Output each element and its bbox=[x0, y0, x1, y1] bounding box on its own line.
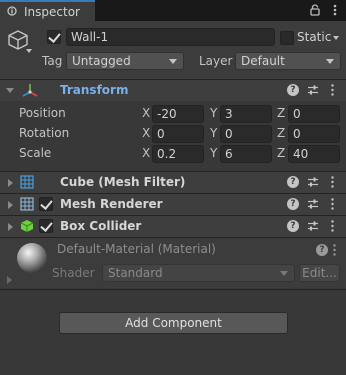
box-collider-title: Box Collider bbox=[60, 219, 142, 233]
help-icon[interactable]: ? bbox=[287, 84, 299, 96]
scale-label: Scale bbox=[19, 146, 52, 160]
mesh-filter-icon bbox=[20, 175, 34, 189]
fold-arrow-icon[interactable] bbox=[8, 223, 13, 231]
help-icon[interactable]: ? bbox=[287, 198, 299, 210]
active-checkbox[interactable] bbox=[47, 30, 61, 44]
position-y-field[interactable]: 3 bbox=[220, 105, 272, 123]
component-header-box-collider[interactable]: Box Collider ? bbox=[0, 216, 346, 237]
layer-dropdown[interactable]: Default bbox=[235, 52, 341, 70]
component-header-mesh-renderer[interactable]: Mesh Renderer ? bbox=[0, 194, 346, 215]
presets-icon[interactable] bbox=[307, 220, 319, 232]
tab-inspector[interactable]: Inspector bbox=[0, 0, 95, 21]
tag-value: Untagged bbox=[72, 54, 131, 68]
tag-label: Tag bbox=[42, 54, 63, 68]
fold-arrow-icon[interactable] bbox=[8, 179, 13, 187]
rotation-z-field[interactable]: 0 bbox=[288, 125, 340, 143]
kebab-menu-icon[interactable] bbox=[331, 198, 334, 210]
axis-y-label[interactable]: Y bbox=[210, 126, 217, 140]
transform-body: Position X -20 Y 3 Z 0 Rotation X 0 Y 0 … bbox=[0, 102, 346, 170]
axis-z-label[interactable]: Z bbox=[277, 126, 285, 140]
fold-arrow-icon[interactable] bbox=[8, 201, 13, 209]
tag-dropdown[interactable]: Untagged bbox=[66, 52, 184, 70]
box-collider-icon bbox=[20, 220, 34, 232]
inspector-icon bbox=[7, 6, 17, 16]
chevron-down-icon bbox=[169, 59, 177, 64]
help-icon[interactable]: ? bbox=[287, 220, 299, 232]
static-checkbox[interactable] bbox=[280, 31, 294, 45]
axis-x-label[interactable]: X bbox=[142, 126, 150, 140]
kebab-menu-icon[interactable] bbox=[331, 176, 334, 188]
tab-label: Inspector bbox=[24, 5, 80, 19]
mesh-filter-title: Cube (Mesh Filter) bbox=[60, 175, 186, 189]
scale-y-field[interactable]: 6 bbox=[220, 145, 272, 163]
layer-value: Default bbox=[241, 54, 285, 68]
kebab-menu-icon[interactable] bbox=[331, 84, 334, 96]
mesh-renderer-icon bbox=[20, 197, 34, 211]
axis-y-label[interactable]: Y bbox=[210, 106, 217, 120]
shader-edit-button[interactable]: Edit... bbox=[299, 264, 340, 282]
material-sphere-icon bbox=[17, 243, 47, 273]
scale-x-field[interactable]: 0.2 bbox=[152, 145, 204, 163]
position-x-field[interactable]: -20 bbox=[152, 105, 204, 123]
gameobject-cube-icon bbox=[8, 30, 28, 50]
static-dropdown-arrow[interactable] bbox=[333, 36, 339, 40]
add-component-button[interactable]: Add Component bbox=[59, 312, 288, 334]
help-icon[interactable]: ? bbox=[287, 176, 299, 188]
axis-z-label[interactable]: Z bbox=[277, 146, 285, 160]
presets-icon[interactable] bbox=[307, 176, 319, 188]
lock-icon[interactable] bbox=[310, 4, 320, 16]
box-collider-enabled-checkbox[interactable] bbox=[39, 219, 53, 233]
axis-y-label[interactable]: Y bbox=[210, 146, 217, 160]
axis-x-label[interactable]: X bbox=[142, 106, 150, 120]
transform-icon bbox=[22, 84, 38, 97]
kebab-menu-icon[interactable] bbox=[331, 220, 334, 232]
axis-z-label[interactable]: Z bbox=[277, 106, 285, 120]
static-label[interactable]: Static bbox=[297, 30, 331, 44]
layer-label: Layer bbox=[199, 54, 233, 68]
scale-z-field[interactable]: 40 bbox=[288, 145, 340, 163]
shader-value: Standard bbox=[108, 266, 163, 280]
shader-dropdown[interactable]: Standard bbox=[102, 264, 295, 282]
axis-x-label[interactable]: X bbox=[142, 146, 150, 160]
mesh-renderer-title: Mesh Renderer bbox=[60, 197, 163, 211]
kebab-menu-icon[interactable] bbox=[333, 4, 337, 16]
chevron-down-icon bbox=[326, 59, 334, 64]
kebab-menu-icon[interactable] bbox=[333, 244, 336, 256]
component-header-mesh-filter[interactable]: Cube (Mesh Filter) ? bbox=[0, 172, 346, 193]
rotation-label: Rotation bbox=[19, 126, 70, 140]
icon-dropdown-arrow[interactable] bbox=[26, 49, 32, 53]
rotation-x-field[interactable]: 0 bbox=[152, 125, 204, 143]
divider bbox=[0, 289, 346, 290]
transform-title: Transform bbox=[60, 83, 129, 97]
object-name-input[interactable]: Wall-1 bbox=[66, 28, 275, 46]
presets-icon[interactable] bbox=[307, 84, 319, 96]
material-title: Default-Material (Material) bbox=[57, 242, 216, 256]
chevron-down-icon bbox=[280, 271, 288, 276]
position-z-field[interactable]: 0 bbox=[288, 105, 340, 123]
rotation-y-field[interactable]: 0 bbox=[220, 125, 272, 143]
position-label: Position bbox=[19, 106, 66, 120]
help-icon[interactable]: ? bbox=[316, 244, 328, 256]
transform-header[interactable]: Transform ? bbox=[0, 80, 346, 101]
presets-icon[interactable] bbox=[307, 198, 319, 210]
fold-arrow-icon[interactable] bbox=[7, 276, 12, 284]
fold-arrow-icon[interactable] bbox=[6, 88, 14, 93]
mesh-renderer-enabled-checkbox[interactable] bbox=[39, 197, 53, 211]
shader-label: Shader bbox=[52, 266, 95, 280]
material-section[interactable]: Default-Material (Material) ? Shader Sta… bbox=[0, 238, 346, 288]
